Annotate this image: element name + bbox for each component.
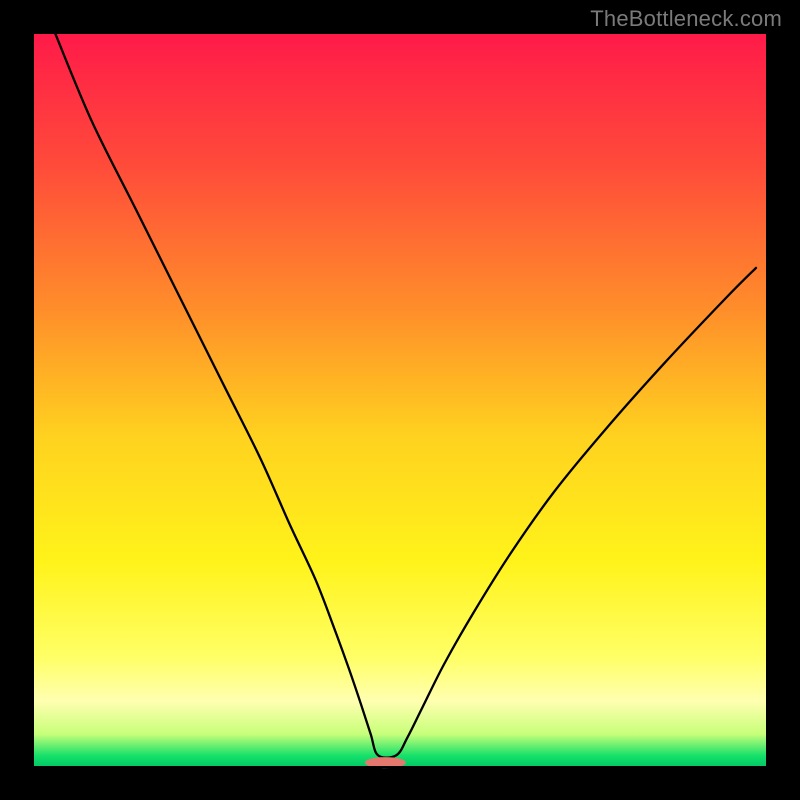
- watermark-text: TheBottleneck.com: [590, 6, 782, 32]
- chart-frame: TheBottleneck.com: [0, 0, 800, 800]
- plot-background: [33, 33, 767, 767]
- bottleneck-chart-svg: [0, 0, 800, 800]
